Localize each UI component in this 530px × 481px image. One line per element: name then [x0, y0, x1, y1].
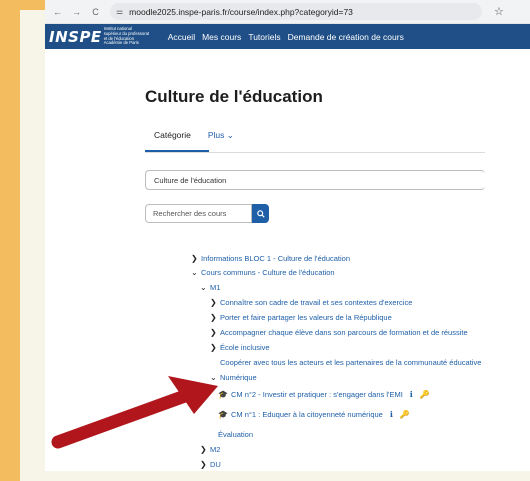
pointer-arrow: [51, 376, 218, 449]
